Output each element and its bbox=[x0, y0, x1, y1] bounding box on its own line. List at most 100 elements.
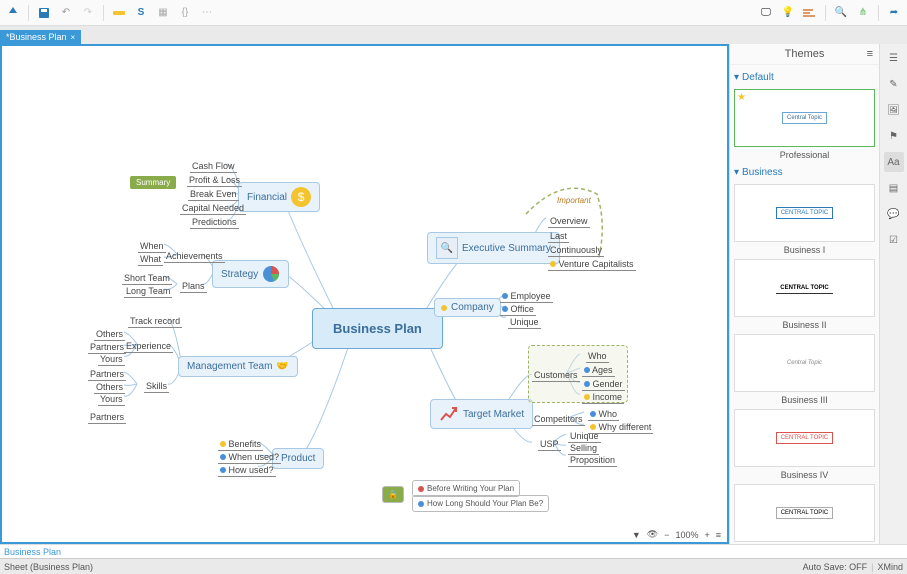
boundary-icon[interactable]: ▦ bbox=[154, 4, 172, 22]
node-exec-summary[interactable]: 🔍Executive Summary bbox=[427, 232, 560, 264]
float-lock[interactable]: 🔒 bbox=[382, 486, 404, 503]
sub-overview[interactable]: Overview bbox=[548, 215, 590, 228]
bracket-icon[interactable]: {} bbox=[176, 4, 194, 22]
relationship-icon[interactable]: S bbox=[132, 4, 150, 22]
status-brand: XMind bbox=[877, 562, 903, 572]
sub-who2[interactable]: Who bbox=[588, 408, 619, 421]
topic-icon[interactable] bbox=[110, 4, 128, 22]
outline-icon[interactable]: ☰ bbox=[884, 48, 904, 68]
mindmap-canvas[interactable]: Summary Important Business Plan Financia… bbox=[0, 44, 729, 544]
status-sheet: Sheet (Business Plan) bbox=[4, 562, 93, 572]
sub-customers[interactable]: Customers bbox=[532, 369, 580, 382]
sub-proposition[interactable]: Proposition bbox=[568, 454, 617, 467]
panel-menu-icon[interactable]: ≡ bbox=[867, 48, 873, 60]
sub-who1[interactable]: Who bbox=[586, 350, 609, 363]
zoom-level: 100% bbox=[675, 530, 698, 540]
format-icon[interactable]: ✎ bbox=[884, 74, 904, 94]
node-financial[interactable]: Financial$ bbox=[238, 182, 320, 212]
sub-yours1[interactable]: Yours bbox=[98, 353, 125, 366]
redo-icon[interactable]: ↷ bbox=[79, 4, 97, 22]
sub-continuous[interactable]: Continuously bbox=[548, 244, 604, 257]
sub-cashflow[interactable]: Cash Flow bbox=[190, 160, 237, 173]
panel-title: Themes≡ bbox=[730, 44, 879, 65]
node-company[interactable]: Company bbox=[434, 298, 501, 317]
node-strategy[interactable]: Strategy bbox=[212, 260, 289, 288]
more-icon[interactable]: ⋯ bbox=[198, 4, 216, 22]
presentation-icon[interactable]: 🖵 bbox=[757, 4, 775, 22]
sub-gender[interactable]: Gender bbox=[582, 378, 625, 391]
sub-last[interactable]: Last bbox=[548, 230, 569, 243]
sub-whenused[interactable]: When used? bbox=[218, 451, 281, 464]
sub-income[interactable]: Income bbox=[582, 391, 624, 404]
share-icon[interactable]: ⋔ bbox=[854, 4, 872, 22]
sub-long[interactable]: Long Team bbox=[124, 285, 172, 298]
sub-capital[interactable]: Capital Needed bbox=[180, 202, 246, 215]
sub-ages[interactable]: Ages bbox=[582, 364, 615, 377]
sub-partners2[interactable]: Partners bbox=[88, 368, 126, 381]
sub-skills[interactable]: Skills bbox=[144, 380, 169, 393]
export-icon[interactable]: ➦ bbox=[885, 4, 903, 22]
sub-when[interactable]: When bbox=[138, 240, 166, 253]
theme-b5[interactable]: CENTRAL TOPIC bbox=[734, 484, 875, 542]
sub-partners3[interactable]: Partners bbox=[88, 411, 126, 424]
tab-close-icon[interactable]: × bbox=[71, 33, 76, 42]
theme-b4[interactable]: CENTRAL TOPIC bbox=[734, 409, 875, 467]
sub-employee[interactable]: Employee bbox=[500, 290, 553, 303]
theme-b3[interactable]: Central Topic bbox=[734, 334, 875, 392]
theme-b2[interactable]: CENTRAL TOPIC bbox=[734, 259, 875, 317]
theme-b1[interactable]: CENTRAL TOPIC bbox=[734, 184, 875, 242]
piechart-icon bbox=[262, 265, 280, 283]
sub-usp[interactable]: USP bbox=[538, 438, 561, 451]
sub-howused[interactable]: How used? bbox=[218, 464, 276, 477]
summary-tag[interactable]: Summary bbox=[130, 176, 176, 189]
sub-unique[interactable]: Unique bbox=[508, 316, 541, 329]
central-topic[interactable]: Business Plan bbox=[312, 308, 443, 349]
search-icon[interactable]: 🔍 bbox=[832, 4, 850, 22]
sub-benefits[interactable]: Benefits bbox=[218, 438, 263, 451]
sub-others1[interactable]: Others bbox=[94, 328, 125, 341]
sub-yours2[interactable]: Yours bbox=[98, 393, 125, 406]
node-management[interactable]: Management Team🤝 bbox=[178, 356, 298, 377]
undo-icon[interactable]: ↶ bbox=[57, 4, 75, 22]
zoom-in[interactable]: + bbox=[704, 530, 709, 540]
theme-professional[interactable]: ★ Central Topic bbox=[734, 89, 875, 147]
sub-what[interactable]: What bbox=[138, 253, 163, 266]
sub-predictions[interactable]: Predictions bbox=[190, 216, 239, 229]
right-sidebar: ☰ ✎ 🖼 ⚑ Aa ▤ 💬 ☑ bbox=[879, 44, 907, 544]
filter-icon[interactable]: ▼ bbox=[632, 530, 641, 540]
notes-icon[interactable]: ▤ bbox=[884, 178, 904, 198]
zoom-out[interactable]: − bbox=[664, 530, 669, 540]
sub-short[interactable]: Short Team bbox=[122, 272, 172, 285]
float-how-long[interactable]: How Long Should Your Plan Be? bbox=[412, 495, 549, 512]
marker-icon bbox=[441, 305, 447, 311]
section-default[interactable]: ▾ Default bbox=[734, 69, 875, 86]
sub-experience[interactable]: Experience bbox=[124, 340, 173, 353]
file-tab[interactable]: *Business Plan × bbox=[0, 30, 81, 44]
idea-icon[interactable]: 💡 bbox=[779, 4, 797, 22]
eye-icon[interactable]: 👁 bbox=[647, 529, 658, 540]
fit-icon[interactable]: ≡ bbox=[716, 530, 721, 540]
sub-competitors[interactable]: Competitors bbox=[532, 413, 585, 426]
marker-icon[interactable]: ⚑ bbox=[884, 126, 904, 146]
comments-icon[interactable]: 💬 bbox=[884, 204, 904, 224]
top-toolbar: ↶ ↷ S ▦ {} ⋯ 🖵 💡 🔍 ⋔ ➦ bbox=[0, 0, 907, 26]
hands-icon: 🤝 bbox=[276, 361, 288, 372]
sub-vc[interactable]: Venture Capitalists bbox=[548, 258, 636, 271]
sheet-tab[interactable]: Business Plan bbox=[0, 544, 907, 558]
image-icon[interactable]: 🖼 bbox=[884, 100, 904, 120]
save-icon[interactable] bbox=[35, 4, 53, 22]
gantt-icon[interactable] bbox=[801, 4, 819, 22]
sub-plans[interactable]: Plans bbox=[180, 280, 207, 293]
magnifier-doc-icon: 🔍 bbox=[436, 237, 458, 259]
logo-icon[interactable] bbox=[4, 4, 22, 22]
chart-arrow-icon bbox=[439, 404, 459, 424]
sub-profitloss[interactable]: Profit & Loss bbox=[187, 174, 242, 187]
themes-icon[interactable]: Aa bbox=[884, 152, 904, 172]
sub-breakeven[interactable]: Break Even bbox=[188, 188, 239, 201]
sub-achievements[interactable]: Achievements bbox=[164, 250, 225, 263]
section-business[interactable]: ▾ Business bbox=[734, 164, 875, 181]
task-icon[interactable]: ☑ bbox=[884, 230, 904, 250]
node-target-market[interactable]: Target Market bbox=[430, 399, 533, 429]
sub-trackrecord[interactable]: Track record bbox=[128, 315, 182, 328]
sub-office[interactable]: Office bbox=[500, 303, 536, 316]
